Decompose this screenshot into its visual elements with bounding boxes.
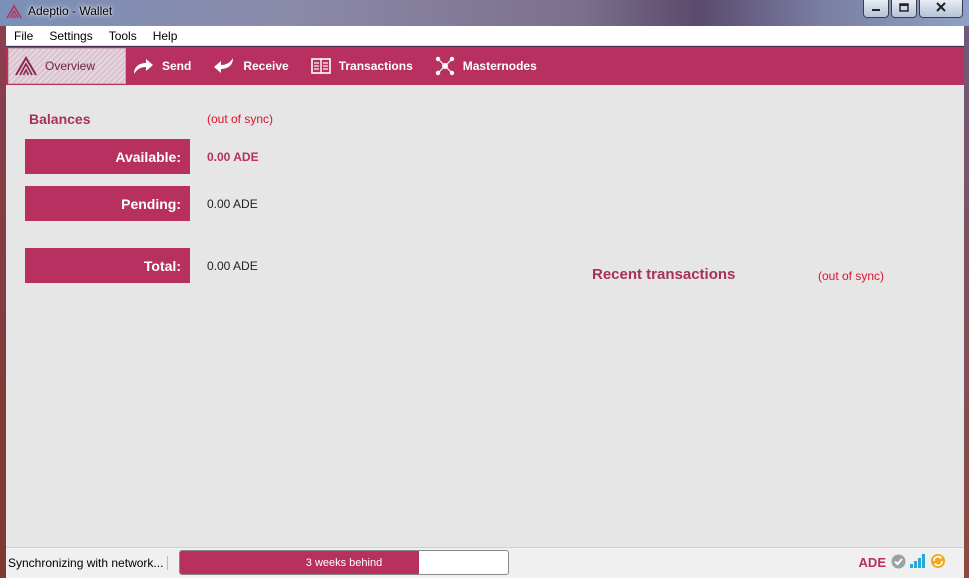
close-button[interactable]: [919, 0, 963, 18]
menu-bar: File Settings Tools Help: [6, 26, 964, 46]
sync-progress-bar: 3 weeks behind: [179, 550, 509, 575]
close-icon: [936, 2, 946, 15]
network-signal-icon[interactable]: [909, 553, 927, 572]
total-value: 0.00 ADE: [207, 259, 258, 273]
overview-panel: Balances (out of sync) Available: 0.00 A…: [6, 85, 964, 547]
window-controls: [863, 0, 963, 18]
receive-arrow-icon: [213, 57, 235, 75]
pending-label: Pending:: [25, 186, 190, 221]
adeptio-logo-icon: [6, 4, 22, 20]
balances-title: Balances: [29, 111, 91, 127]
adeptio-logo-icon: [15, 56, 37, 76]
title-bar[interactable]: Adeptio - Wallet: [0, 0, 969, 26]
syncing-icon[interactable]: [930, 553, 946, 572]
status-bar: Synchronizing with network... 3 weeks be…: [6, 547, 964, 578]
tab-overview-label: Overview: [45, 59, 96, 73]
balances-sync-warning[interactable]: (out of sync): [207, 112, 273, 126]
status-indicators: ADE: [859, 553, 946, 572]
tab-transactions-label: Transactions: [338, 59, 413, 73]
minimize-icon: [871, 3, 881, 15]
available-label: Available:: [25, 139, 190, 174]
pending-value: 0.00 ADE: [207, 197, 258, 211]
menu-file[interactable]: File: [6, 26, 41, 46]
menu-tools[interactable]: Tools: [101, 26, 145, 46]
main-toolbar: Overview Send Receive Transactions Maste…: [6, 47, 964, 85]
unit-display[interactable]: ADE: [859, 555, 886, 570]
maximize-icon: [899, 2, 909, 15]
minimize-button[interactable]: [863, 0, 889, 18]
tab-send-label: Send: [162, 59, 192, 73]
menu-help[interactable]: Help: [145, 26, 186, 46]
recent-transactions-sync-warning[interactable]: (out of sync): [818, 269, 884, 283]
available-value: 0.00 ADE: [207, 150, 259, 164]
sync-progress-label: 3 weeks behind: [305, 556, 383, 569]
window-title: Adeptio - Wallet: [28, 4, 113, 18]
tab-masternodes-label: Masternodes: [462, 59, 537, 73]
maximize-button[interactable]: [891, 0, 917, 18]
transactions-icon: [310, 58, 331, 74]
tab-masternodes[interactable]: Masternodes: [429, 47, 553, 85]
tab-receive-label: Receive: [243, 59, 289, 73]
tab-overview[interactable]: Overview: [8, 48, 126, 84]
wallet-window: Adeptio - Wallet File Settings Tools Hel…: [0, 0, 969, 578]
tab-send[interactable]: Send: [126, 47, 207, 85]
checkmark-icon[interactable]: [891, 554, 906, 572]
total-label: Total:: [25, 248, 190, 283]
masternodes-icon: [435, 56, 455, 76]
recent-transactions-title: Recent transactions: [592, 266, 736, 283]
tab-receive[interactable]: Receive: [207, 47, 304, 85]
window-frame-right: [964, 26, 969, 578]
tab-transactions[interactable]: Transactions: [305, 47, 429, 85]
send-arrow-icon: [132, 57, 154, 75]
sync-status-text: Synchronizing with network...: [8, 556, 169, 570]
menu-settings[interactable]: Settings: [41, 26, 100, 46]
